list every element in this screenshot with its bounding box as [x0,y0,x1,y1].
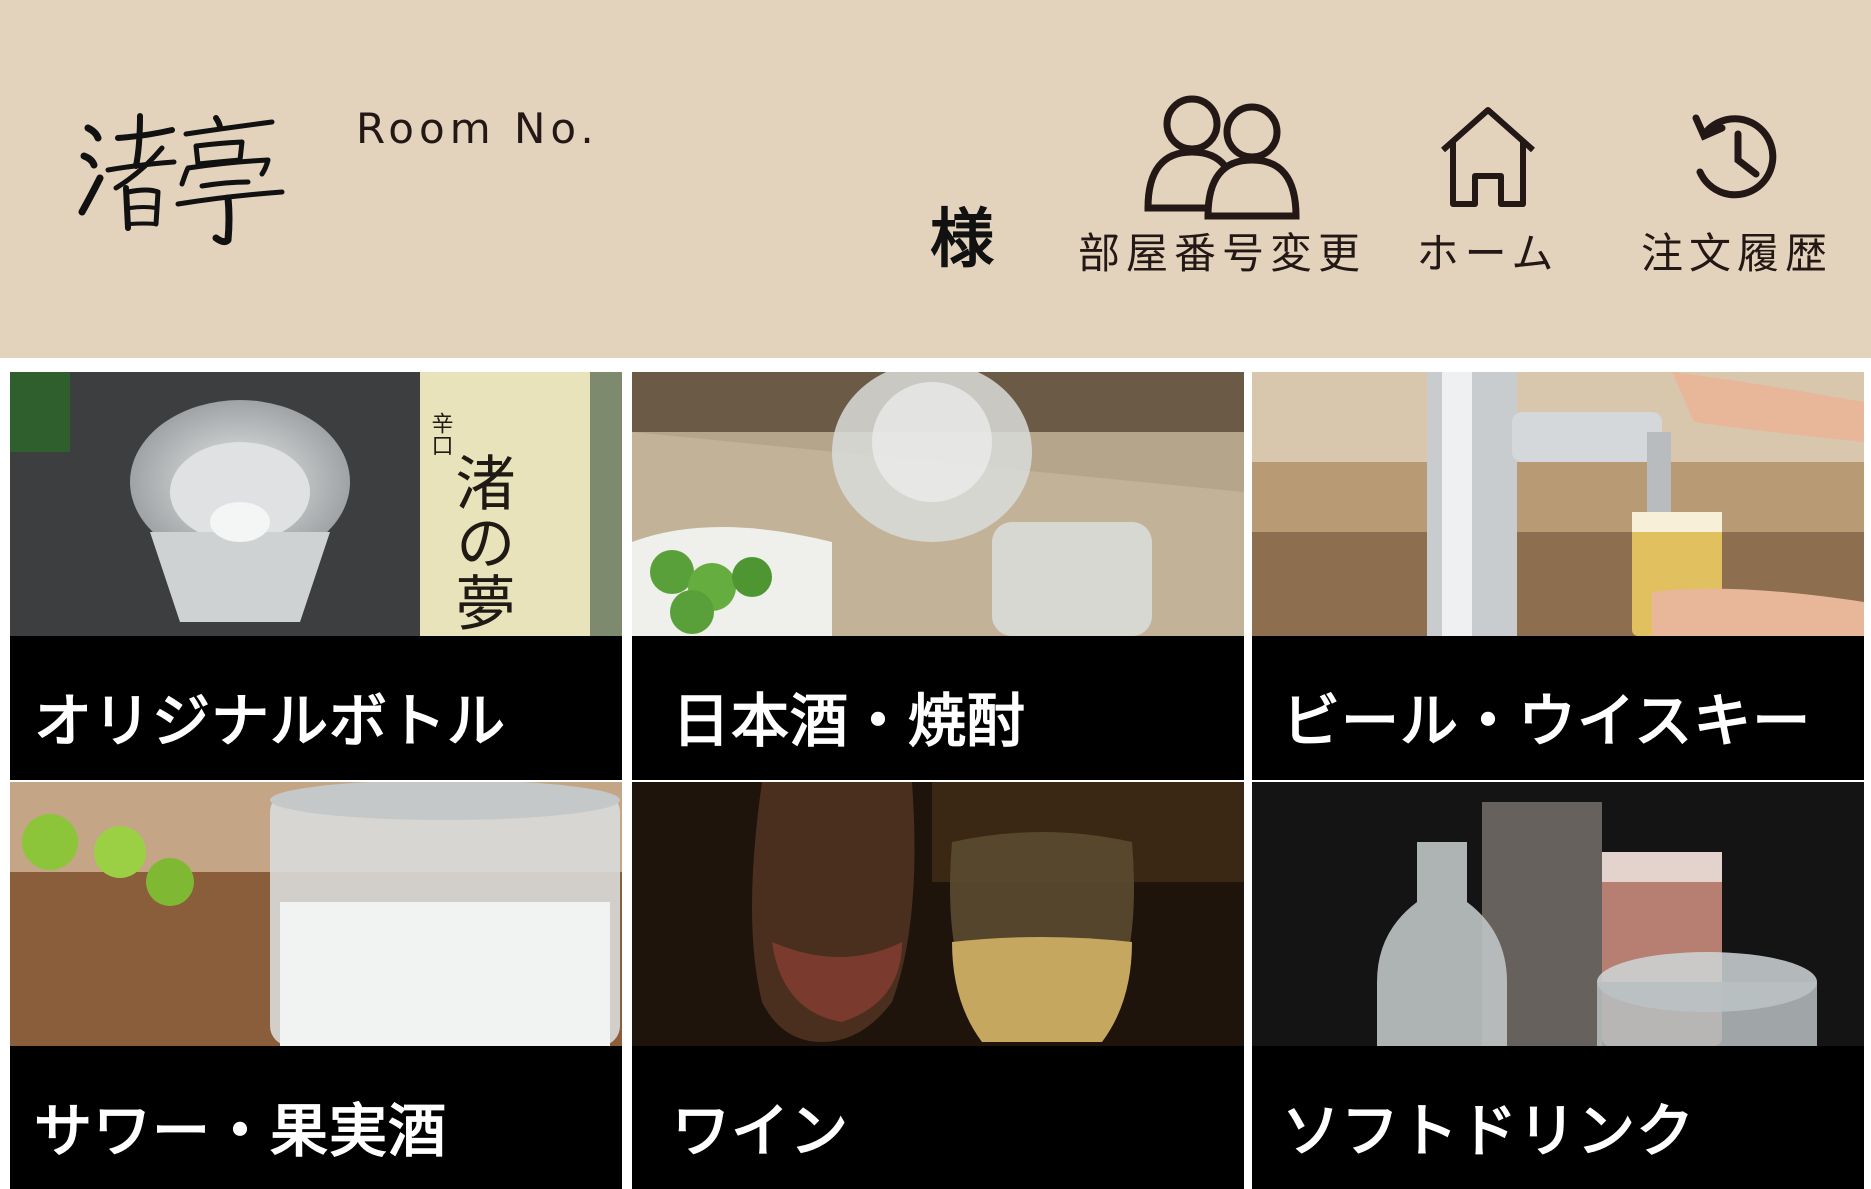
category-label: ソフトドリンク [1282,1097,1696,1165]
sour-glass-photo [10,782,622,1046]
category-tile-sake-shochu[interactable]: 日本酒・焼酎 [632,372,1244,780]
change-room-button[interactable]: 部屋番号変更 [1078,88,1366,288]
category-tile-sour-fruit-liquor[interactable]: サワー・果実酒 [10,782,622,1189]
order-history-button[interactable]: 注文履歴 [1632,88,1842,288]
category-label: ワイン [672,1097,850,1165]
category-label: ビール・ウイスキー [1282,687,1812,755]
room-number-label: Room No. [356,104,599,153]
category-tile-soft-drinks[interactable]: ソフトドリンク [1252,782,1864,1189]
category-label: 日本酒・焼酎 [672,687,1027,755]
sake-carafe-photo [632,372,1244,636]
category-label: オリジナルボトル [34,687,507,755]
bottle-label-text: 渚の夢 [445,452,515,632]
change-room-label: 部屋番号変更 [1078,229,1367,278]
history-icon [1692,114,1777,199]
category-label: サワー・果実酒 [34,1097,448,1165]
wine-glasses-photo [632,782,1244,1046]
category-caption: ビール・ウイスキー [1252,636,1864,780]
sake-glass-and-bottle-photo: 渚の夢 辛口 [10,372,622,636]
users-icon [1144,95,1300,220]
bottle-sub-text: 辛口 [428,412,453,456]
home-label: ホーム [1416,229,1560,278]
home-icon [1441,107,1535,207]
category-tile-beer-whisky[interactable]: ビール・ウイスキー [1252,372,1864,780]
logo [78,108,288,248]
category-caption: オリジナルボトル [10,636,622,780]
category-tile-wine[interactable]: ワイン [632,782,1244,1189]
category-tile-original-bottle[interactable]: 渚の夢 辛口 オリジナルボトル [10,372,622,780]
logo-calligraphy [78,113,285,246]
soft-drinks-photo [1252,782,1864,1046]
category-caption: ワイン [632,1046,1244,1189]
category-caption: 日本酒・焼酎 [632,636,1244,780]
category-caption: ソフトドリンク [1252,1046,1864,1189]
header-bar: Room No. 様 部屋番号変更 ホーム 注文履歴 [0,0,1871,358]
honorific-label: 様 [930,203,994,277]
category-caption: サワー・果実酒 [10,1046,622,1189]
order-history-label: 注文履歴 [1640,229,1833,278]
home-button[interactable]: ホーム [1408,88,1568,288]
beer-tap-photo [1252,372,1864,636]
